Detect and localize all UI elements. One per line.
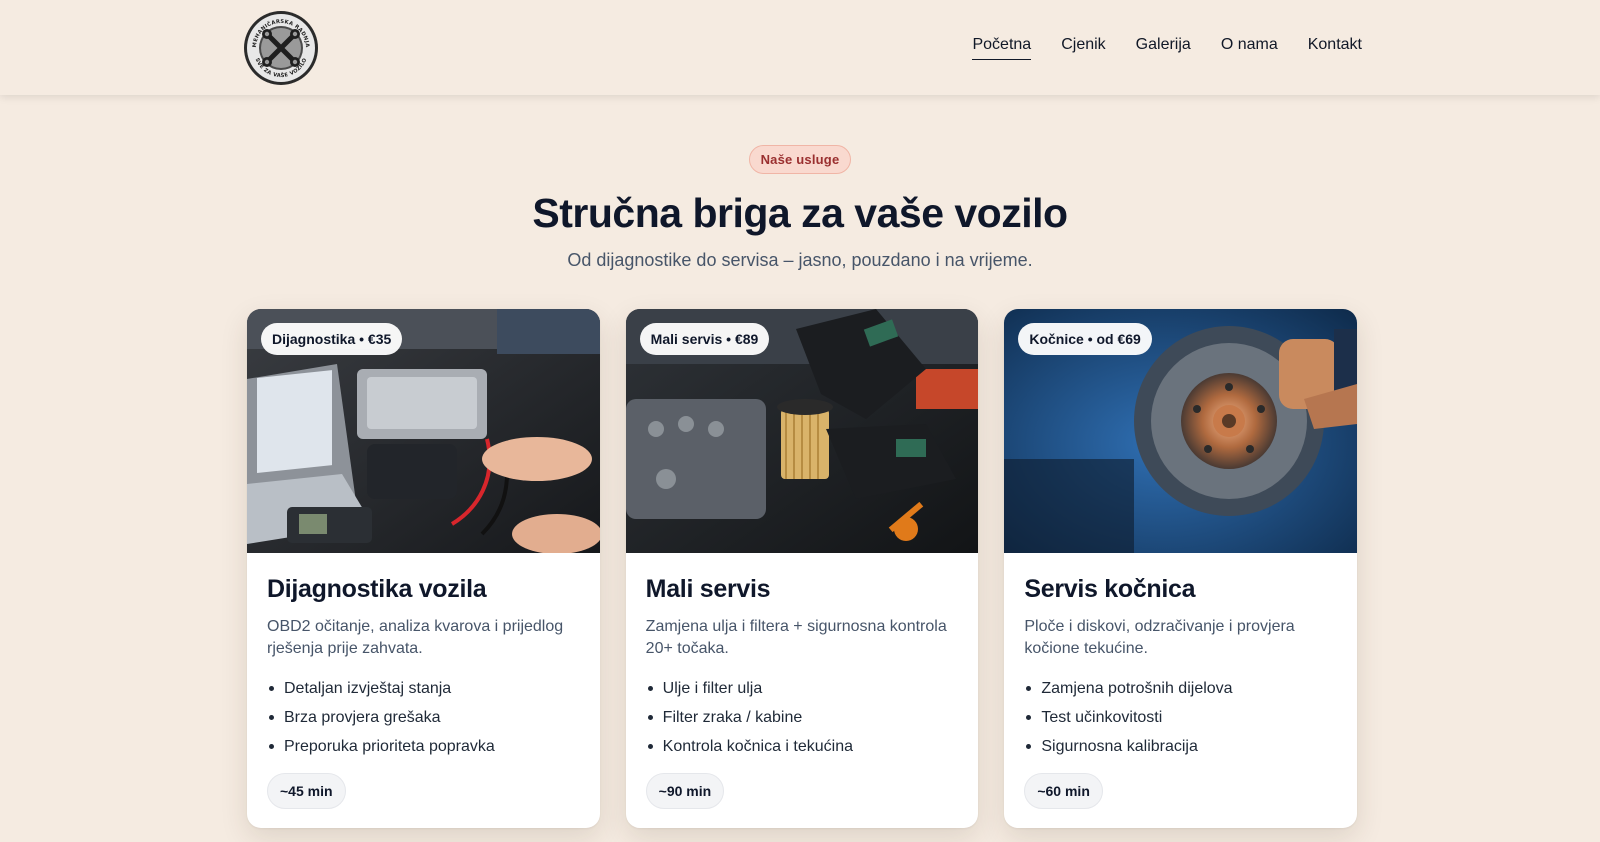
nav-link-o-nama[interactable]: O nama (1221, 35, 1278, 60)
wrench-logo-icon: MEHANIČARSKA RADNJA SVE ZA VAŠE VOZILO (244, 11, 318, 85)
feature-list: Detaljan izvještaj stanja Brza provjera … (267, 674, 580, 761)
duration-badge: ~45 min (267, 773, 346, 809)
card-description: OBD2 očitanje, analiza kvarova i prijedl… (267, 618, 564, 657)
feature-item: Zamjena potrošnih dijelova (1024, 674, 1337, 703)
service-cards: Dijagnostika • €35 Dijagnostika vozila O… (247, 309, 1358, 828)
nav-link-pocetna[interactable]: Početna (972, 35, 1032, 60)
price-badge: Kočnice • od €69 (1018, 323, 1152, 355)
service-card-kocnice[interactable]: Kočnice • od €69 Servis kočnica Ploče i … (1004, 309, 1358, 828)
section-subtitle: Od dijagnostike do servisa – jasno, pouz… (567, 250, 1033, 270)
duration-badge: ~90 min (645, 773, 725, 809)
service-card-dijagnostika[interactable]: Dijagnostika • €35 Dijagnostika vozila O… (247, 309, 600, 828)
section-title: Stručna briga za vaše vozilo (532, 190, 1068, 236)
engine-diagnostics-photo: Dijagnostika • €35 (247, 309, 600, 553)
card-title: Mali servis (645, 575, 771, 603)
section-badge: Naše usluge (748, 145, 852, 174)
feature-item: Kontrola kočnica i tekućina (646, 732, 959, 761)
nav-link-cjenik[interactable]: Cjenik (1061, 35, 1105, 60)
feature-list: Zamjena potrošnih dijelova Test učinkovi… (1024, 674, 1337, 761)
oil-filter-service-photo: Mali servis • €89 (625, 309, 979, 553)
card-title: Servis kočnica (1024, 575, 1196, 603)
price-badge: Dijagnostika • €35 (261, 323, 403, 355)
nav-link-kontakt[interactable]: Kontakt (1308, 35, 1362, 60)
card-description: Zamjena ulja i filtera + sigurnosna kont… (645, 618, 947, 657)
site-header: MEHANIČARSKA RADNJA SVE ZA VAŠE VOZILO P… (0, 0, 1600, 95)
price-badge: Mali servis • €89 (639, 323, 770, 355)
feature-item: Detaljan izvještaj stanja (267, 674, 580, 703)
feature-item: Sigurnosna kalibracija (1024, 732, 1337, 761)
feature-item: Preporuka prioriteta popravka (267, 732, 580, 761)
brand-logo[interactable]: MEHANIČARSKA RADNJA SVE ZA VAŠE VOZILO (242, 9, 320, 87)
feature-list: Ulje i filter ulja Filter zraka / kabine… (646, 674, 959, 761)
feature-item: Brza provjera grešaka (267, 703, 580, 732)
card-description: Ploče i diskovi, odzračivanje i provjera… (1024, 618, 1295, 657)
duration-badge: ~60 min (1024, 773, 1103, 809)
card-title: Dijagnostika vozila (267, 575, 487, 603)
main-nav: Početna Cjenik Galerija O nama Kontakt (972, 0, 1362, 95)
service-card-mali-servis[interactable]: Mali servis • €89 Mali servis Zamjena ul… (625, 309, 979, 828)
brake-disc-photo: Kočnice • od €69 (1004, 309, 1358, 553)
nav-link-galerija[interactable]: Galerija (1136, 35, 1191, 60)
feature-item: Ulje i filter ulja (646, 674, 959, 703)
feature-item: Filter zraka / kabine (646, 703, 959, 732)
services-hero: Naše usluge Stručna briga za vaše vozilo… (0, 145, 1600, 271)
feature-item: Test učinkovitosti (1024, 703, 1337, 732)
